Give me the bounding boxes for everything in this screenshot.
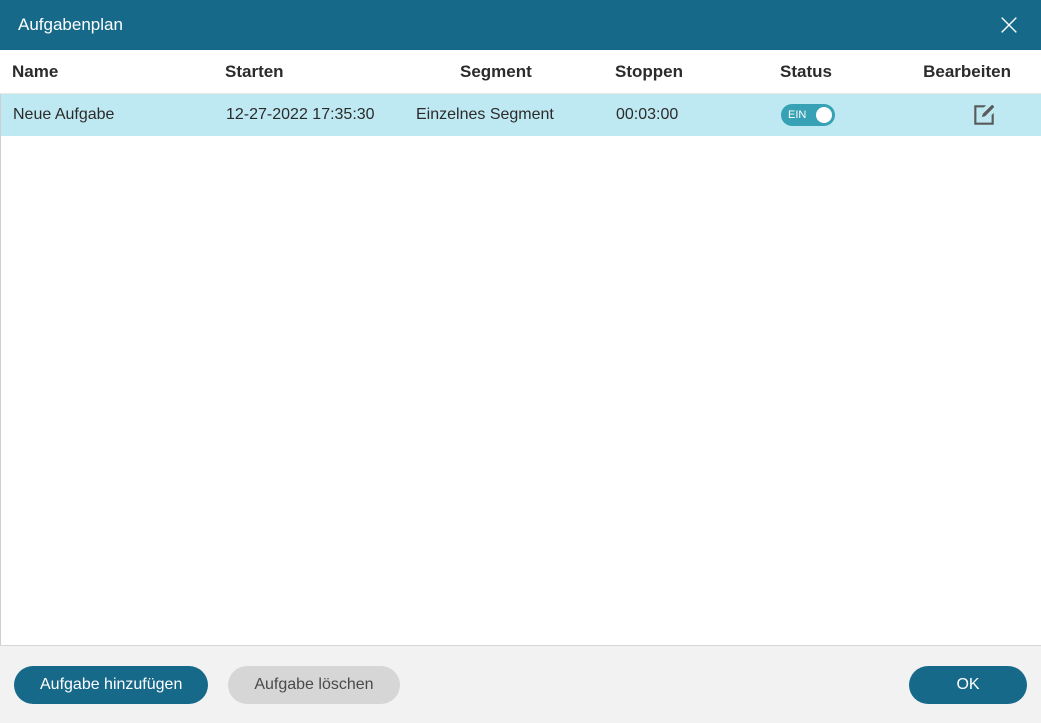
header-status: Status xyxy=(780,62,910,82)
table-row[interactable]: Neue Aufgabe 12-27-2022 17:35:30 Einzeln… xyxy=(1,94,1041,136)
cell-stop: 00:03:00 xyxy=(616,106,781,124)
header-stop: Stoppen xyxy=(615,62,780,82)
window-title: Aufgabenplan xyxy=(18,15,123,35)
close-button[interactable] xyxy=(995,11,1023,39)
cell-status: EIN xyxy=(781,104,911,126)
delete-task-button[interactable]: Aufgabe löschen xyxy=(228,666,399,704)
cell-segment: Einzelnes Segment xyxy=(416,106,616,124)
toggle-label: EIN xyxy=(788,109,806,121)
titlebar: Aufgabenplan xyxy=(0,0,1041,50)
edit-icon xyxy=(971,102,997,128)
edit-button[interactable] xyxy=(971,102,997,128)
cell-edit xyxy=(911,102,1041,128)
footer: Aufgabe hinzufügen Aufgabe löschen OK xyxy=(0,645,1041,723)
cell-name: Neue Aufgabe xyxy=(1,106,226,124)
header-segment: Segment xyxy=(415,62,615,82)
header-name: Name xyxy=(0,62,225,82)
cell-start: 12-27-2022 17:35:30 xyxy=(226,106,416,124)
header-start: Starten xyxy=(225,62,415,82)
close-icon xyxy=(998,14,1020,36)
header-edit: Bearbeiten xyxy=(910,62,1041,82)
add-task-button[interactable]: Aufgabe hinzufügen xyxy=(14,666,208,704)
status-toggle[interactable]: EIN xyxy=(781,104,835,126)
toggle-knob xyxy=(816,107,832,123)
ok-button[interactable]: OK xyxy=(909,666,1027,704)
table-body: Neue Aufgabe 12-27-2022 17:35:30 Einzeln… xyxy=(0,94,1041,645)
table-header: Name Starten Segment Stoppen Status Bear… xyxy=(0,50,1041,94)
